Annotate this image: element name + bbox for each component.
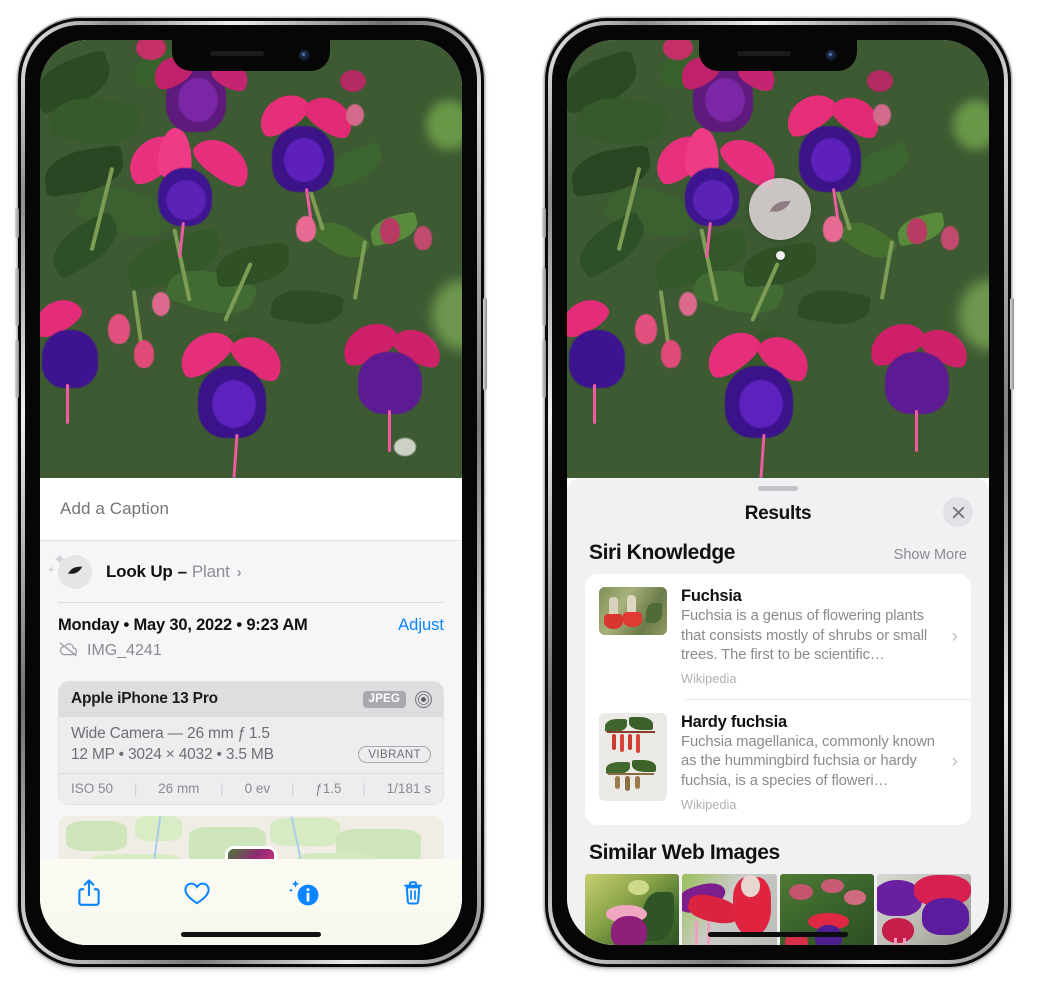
front-camera: [826, 50, 837, 61]
exif-divider: |: [220, 780, 224, 796]
trash-icon[interactable]: [390, 873, 436, 913]
earpiece-speaker: [737, 51, 791, 56]
camera-card-header: Apple iPhone 13 Pro JPEG: [59, 681, 443, 717]
knowledge-source: Wikipedia: [681, 796, 737, 812]
siri-knowledge-title: Siri Knowledge: [589, 541, 736, 564]
right-phone-screen: Results Siri Knowledge Show More Fuchsia…: [567, 40, 989, 945]
left-phone-screen: ✦ ✦ Look Up – Plant ›: [40, 40, 462, 945]
notch: [172, 40, 330, 71]
volume-down-button[interactable]: [542, 340, 546, 398]
close-icon[interactable]: [943, 497, 973, 527]
volume-up-button[interactable]: [15, 268, 19, 326]
right-phone-device: Results Siri Knowledge Show More Fuchsia…: [542, 18, 1014, 967]
home-indicator[interactable]: [181, 932, 321, 937]
similar-web-images-title: Similar Web Images: [589, 840, 780, 864]
siri-knowledge-card: Fuchsia Fuchsia is a genus of flowering …: [585, 574, 971, 825]
knowledge-description: Fuchsia is a genus of flowering plants t…: [681, 608, 928, 664]
exif-divider: |: [133, 780, 138, 796]
exif-divider: |: [362, 780, 366, 796]
photo-viewer[interactable]: [40, 40, 462, 478]
info-sparkle-icon[interactable]: [282, 873, 328, 913]
cloud-slash-icon: [58, 641, 79, 662]
web-image-4[interactable]: [876, 873, 971, 945]
photo-filename: IMG_4241: [87, 642, 162, 660]
camera-detail-line: 12 MP • 3024 × 4032 • 3.5 MB: [71, 745, 274, 763]
look-up-row[interactable]: ✦ ✦ Look Up – Plant ›: [40, 541, 462, 602]
photographic-style-badge: VIBRANT: [358, 746, 431, 764]
photo-metadata: Monday • May 30, 2022 • 9:23 AM Adjust I…: [40, 602, 462, 671]
camera-lens-line: Wide Camera — 26 mm ƒ 1.5: [71, 724, 270, 742]
camera-info-card[interactable]: Apple iPhone 13 Pro JPEG Wide Camera — 2…: [58, 680, 444, 805]
power-button[interactable]: [483, 298, 487, 390]
volume-up-button[interactable]: [542, 268, 546, 326]
similar-web-images-header: Similar Web Images: [567, 825, 989, 874]
notch: [699, 40, 857, 71]
camera-card-body: Wide Camera — 26 mm ƒ 1.5 12 MP • 3024 ×…: [59, 716, 443, 773]
screenshot-stage: ✦ ✦ Look Up – Plant ›: [0, 0, 1055, 985]
sparkle-icon-small: ✦: [47, 565, 56, 576]
camera-device-name: Apple iPhone 13 Pro: [71, 690, 218, 708]
look-up-subject: Plant: [191, 562, 230, 581]
chevron-right-icon: ›: [236, 563, 242, 581]
adjust-button[interactable]: Adjust: [398, 616, 444, 635]
exif-divider: |: [290, 780, 295, 796]
show-more-button[interactable]: Show More: [894, 547, 967, 563]
exif-exposure: 0 ev: [244, 780, 271, 796]
leaf-icon: [770, 200, 791, 213]
home-indicator[interactable]: [708, 932, 848, 937]
knowledge-title: Fuchsia: [681, 587, 742, 605]
chevron-right-icon: ›: [951, 751, 958, 773]
exif-aperture: ƒ1.5: [315, 780, 342, 796]
mute-switch[interactable]: [15, 208, 19, 238]
hardy-fuchsia-thumbnail: [599, 712, 667, 801]
results-title: Results: [744, 503, 812, 524]
knowledge-description: Fuchsia magellanica, commonly known as t…: [681, 733, 935, 790]
caption-row[interactable]: [40, 478, 462, 541]
visual-lookup-badge-dot: [776, 251, 785, 260]
look-up-dash: –: [177, 562, 187, 581]
exif-shutter: 1/181 s: [386, 780, 431, 796]
visual-lookup-badge[interactable]: [749, 178, 811, 240]
knowledge-item[interactable]: Hardy fuchsia Fuchsia magellanica, commo…: [585, 700, 971, 825]
format-badge: JPEG: [362, 690, 406, 708]
caption-input[interactable]: [58, 498, 444, 520]
front-camera: [299, 50, 310, 61]
heart-icon[interactable]: [174, 873, 220, 913]
left-phone-device: ✦ ✦ Look Up – Plant ›: [15, 18, 487, 967]
chevron-right-icon: ›: [951, 625, 958, 647]
look-up-section: ✦ ✦ Look Up – Plant › Monday • May 30, 2…: [40, 541, 462, 878]
leaf-icon: [58, 555, 92, 589]
web-image-1[interactable]: [585, 873, 680, 945]
aperture-icon: [414, 690, 433, 709]
knowledge-item[interactable]: Fuchsia Fuchsia is a genus of flowering …: [585, 574, 971, 699]
photo-viewer[interactable]: [567, 40, 989, 478]
look-up-label: Look Up: [106, 562, 173, 581]
knowledge-source: Wikipedia: [681, 671, 737, 687]
siri-knowledge-header: Siri Knowledge Show More: [567, 537, 989, 574]
volume-down-button[interactable]: [15, 340, 19, 398]
results-header: Results: [567, 491, 989, 537]
results-sheet: Results Siri Knowledge Show More Fuchsia…: [567, 478, 989, 945]
mute-switch[interactable]: [542, 208, 546, 238]
exif-iso: ISO 50: [71, 780, 114, 796]
exif-focal: 26 mm: [158, 780, 200, 796]
photo-date: Monday • May 30, 2022 • 9:23 AM: [58, 615, 308, 634]
earpiece-speaker: [210, 51, 264, 56]
share-icon[interactable]: [66, 873, 112, 913]
power-button[interactable]: [1010, 298, 1014, 390]
exif-row: ISO 50 | 26 mm | 0 ev | ƒ1.5 | 1/181 s: [59, 772, 443, 804]
photo-info-sheet: ✦ ✦ Look Up – Plant ›: [40, 478, 462, 945]
knowledge-title: Hardy fuchsia: [681, 712, 787, 731]
fuchsia-thumbnail: [599, 587, 667, 635]
look-up-label-group: Look Up – Plant ›: [106, 562, 242, 582]
